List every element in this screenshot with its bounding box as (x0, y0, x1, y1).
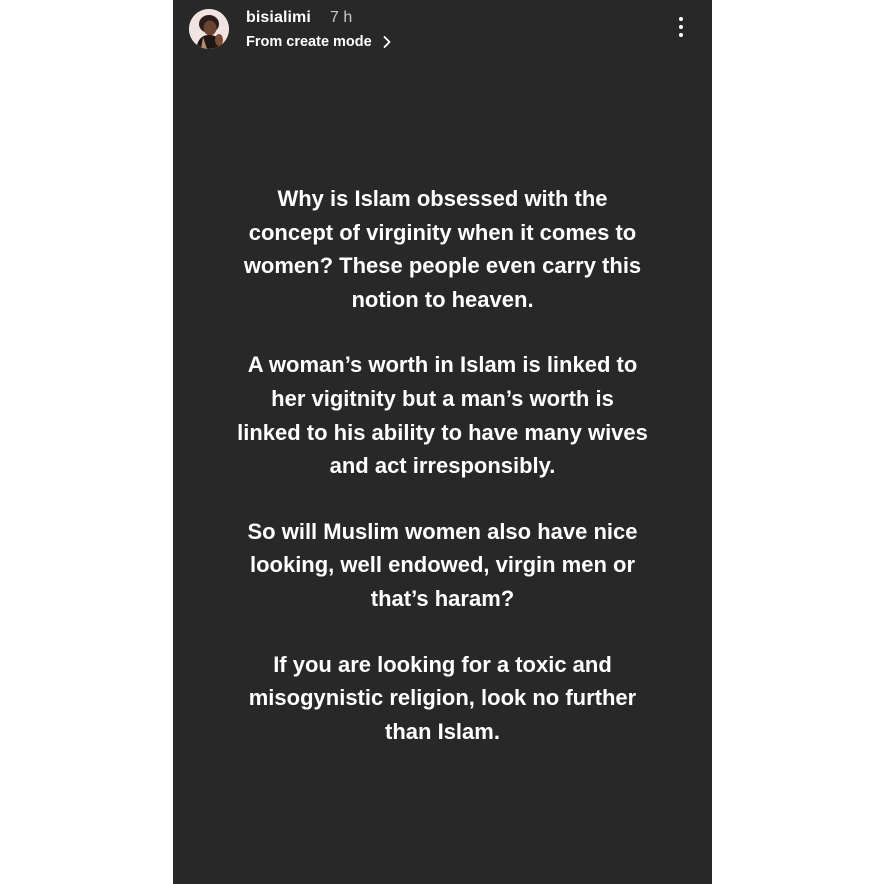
text-line: linked to his ability to have many wives (237, 419, 648, 445)
username[interactable]: bisialimi (246, 9, 311, 27)
story-paragraph: So will Muslim women also have nice look… (191, 515, 694, 616)
page: bisialimi 7 h From create mode Why is Is… (0, 0, 884, 884)
text-line: women? These people even carry this (243, 253, 642, 279)
text-line: and act irresponsibly. (329, 453, 556, 479)
story-paragraph: Why is Islam obsessed with the concept o… (191, 182, 694, 316)
more-options-button[interactable] (671, 14, 691, 42)
text-line: misogynistic religion, look no further (248, 685, 637, 711)
chevron-right-icon (383, 36, 391, 48)
create-mode-label: From create mode (246, 34, 372, 50)
text-line: If you are looking for a toxic and (273, 651, 612, 677)
text-line: concept of virginity when it comes to (248, 219, 637, 245)
story-text: Why is Islam obsessed with the concept o… (191, 182, 694, 780)
timestamp: 7 h (330, 9, 353, 26)
story-paragraph: If you are looking for a toxic and misog… (191, 648, 694, 749)
text-line: notion to heaven. (351, 286, 534, 312)
text-line: A woman’s worth in Islam is linked to (247, 352, 638, 378)
text-line: Why is Islam obsessed with the (277, 186, 608, 211)
text-line: than Islam. (385, 718, 500, 744)
create-mode-link[interactable]: From create mode (246, 34, 394, 50)
story-header: bisialimi 7 h From create mode (173, 0, 712, 62)
story-paragraph: A woman’s worth in Islam is linked to he… (191, 348, 694, 482)
text-line: looking, well endowed, virgin men or (249, 552, 636, 578)
story-viewer[interactable]: bisialimi 7 h From create mode Why is Is… (173, 0, 712, 884)
text-line: So will Muslim women also have nice (247, 518, 638, 544)
text-line: that’s haram? (370, 585, 515, 611)
avatar[interactable] (189, 9, 229, 49)
text-line: her vigitnity but a man’s worth is (271, 385, 614, 411)
avatar-image (189, 9, 229, 49)
